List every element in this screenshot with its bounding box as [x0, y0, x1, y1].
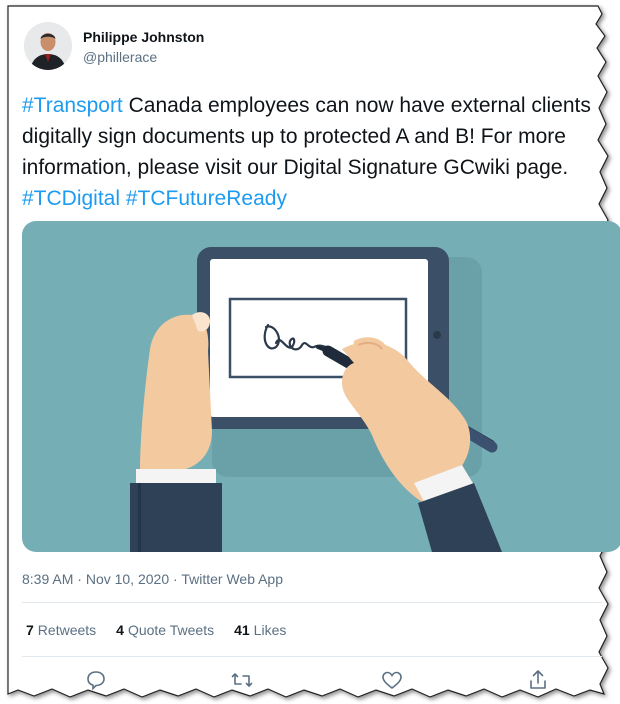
engagement-stats: 7 Retweets 4 Quote Tweets 41 Likes	[26, 622, 286, 638]
tweet-text: #Transport Canada employees can now have…	[22, 90, 600, 214]
likes-count: 41	[234, 622, 250, 638]
divider	[22, 656, 602, 657]
likes-label: Likes	[253, 622, 287, 638]
reply-icon[interactable]	[84, 668, 108, 692]
likes-stat[interactable]: 41 Likes	[234, 622, 286, 638]
retweet-icon[interactable]	[230, 668, 254, 692]
tweet-source[interactable]: Twitter Web App	[181, 571, 283, 587]
tweet-date[interactable]: Nov 10, 2020	[86, 571, 169, 587]
divider	[22, 602, 602, 603]
tweet-actions	[0, 668, 600, 696]
tweet-time[interactable]: 8:39 AM	[22, 571, 73, 587]
quote-tweets-count: 4	[116, 622, 124, 638]
retweets-stat[interactable]: 7 Retweets	[26, 622, 96, 638]
retweets-label: Retweets	[37, 622, 97, 638]
tweet-media-image[interactable]	[22, 221, 620, 552]
share-icon[interactable]	[526, 668, 550, 692]
tweet-meta: 8:39 AM · Nov 10, 2020 · Twitter Web App	[22, 571, 283, 587]
author-handle[interactable]: @phillerace	[83, 49, 157, 65]
author-name[interactable]: Philippe Johnston	[83, 29, 204, 45]
quote-tweets-stat[interactable]: 4 Quote Tweets	[116, 622, 214, 638]
digital-signature-illustration	[22, 221, 620, 552]
hashtag-link[interactable]: #TCDigital	[22, 187, 120, 210]
tweet-card: Philippe Johnston @phillerace #Transport…	[0, 0, 620, 704]
author-avatar[interactable]	[24, 22, 72, 70]
hashtag-link[interactable]: #TCFutureReady	[126, 187, 287, 210]
meta-separator: ·	[173, 571, 178, 587]
hashtag-link[interactable]: #Transport	[22, 94, 123, 117]
like-icon[interactable]	[380, 668, 404, 692]
quote-tweets-label: Quote Tweets	[127, 622, 215, 638]
meta-separator: ·	[77, 571, 82, 587]
retweets-count: 7	[26, 622, 34, 638]
